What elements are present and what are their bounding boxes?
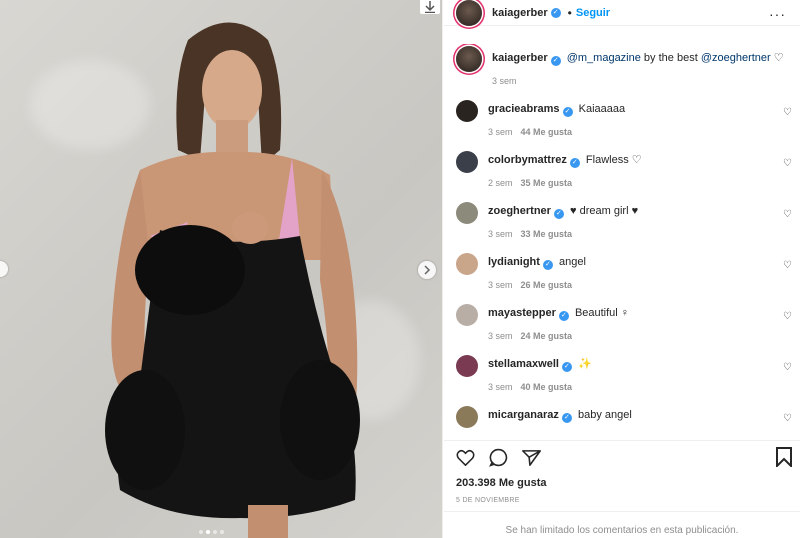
comment-likes[interactable]: 24 Me gusta xyxy=(521,331,573,341)
comment-likes[interactable]: 33 Me gusta xyxy=(521,229,573,239)
comment-text: Kaiaaaaa xyxy=(578,103,626,115)
commenter-avatar[interactable] xyxy=(456,100,478,122)
caption-text: by the best xyxy=(640,52,701,64)
post-photo[interactable] xyxy=(0,0,443,538)
caption-username[interactable]: kaiagerber xyxy=(492,52,548,64)
comment-heart-icon[interactable]: ♡ xyxy=(783,362,792,373)
commenter-username[interactable]: gracieabrams xyxy=(488,103,560,115)
comment-text: angel xyxy=(559,256,586,268)
comment-likes[interactable]: 35 Me gusta xyxy=(521,178,573,188)
author-avatar[interactable] xyxy=(456,0,482,26)
verified-icon: ✓ xyxy=(558,311,569,321)
commenter-username[interactable]: mayastepper xyxy=(488,307,556,319)
commenter-username[interactable]: zoeghertner xyxy=(488,205,551,217)
post-date: 5 DE NOVIEMBRE xyxy=(456,497,520,504)
model-figure-image xyxy=(105,22,360,538)
comments-list[interactable]: kaiagerber ✓ @m_magazine by the best @zoe… xyxy=(444,44,800,440)
follow-button[interactable]: Seguir xyxy=(576,7,610,19)
chevron-right-icon xyxy=(424,265,431,275)
carousel-indicator xyxy=(199,530,224,534)
comment-time: 2 sem xyxy=(488,178,513,188)
verified-icon: ✓ xyxy=(550,56,561,66)
heart-emoji: ♡ xyxy=(773,52,784,64)
comment-text: baby angel xyxy=(578,409,632,421)
comment-item: stellamaxwell ✓ ✨ 3 sem 40 Me gusta ♡ xyxy=(444,351,800,402)
verified-icon: ✓ xyxy=(553,209,564,219)
verified-icon: ✓ xyxy=(542,260,553,270)
comment-heart-icon[interactable]: ♡ xyxy=(783,311,792,322)
post-actions: 203.398 Me gusta 5 DE NOVIEMBRE Se han l… xyxy=(444,440,800,538)
comment-item: gracieabrams ✓ Kaiaaaaa 3 sem 44 Me gusta … xyxy=(444,96,800,147)
mention-link[interactable]: @zoeghertner xyxy=(701,52,771,64)
comment-item: zoeghertner ✓ ♥ dream girl ♥ 3 sem 33 Me g… xyxy=(444,198,800,249)
verified-icon: ✓ xyxy=(562,107,573,117)
comment-item: lydianight ✓ angel 3 sem 26 Me gusta ♡ xyxy=(444,249,800,300)
commenter-avatar[interactable] xyxy=(456,355,478,377)
commenter-avatar[interactable] xyxy=(456,151,478,173)
download-arrow-icon xyxy=(425,1,435,13)
comment-time: 3 sem xyxy=(488,229,513,239)
comments-limited-notice: Se han limitado los comentarios en esta … xyxy=(444,511,800,536)
download-button[interactable] xyxy=(420,0,440,14)
comment-heart-icon[interactable]: ♡ xyxy=(783,260,792,271)
heart-icon[interactable] xyxy=(456,449,475,466)
commenter-avatar[interactable] xyxy=(456,202,478,224)
post-caption: kaiagerber ✓ @m_magazine by the best @zoe… xyxy=(444,44,800,96)
verified-icon: ✓ xyxy=(569,158,580,168)
comment-text: Flawless ♡ xyxy=(585,154,642,166)
separator-dot: • xyxy=(567,5,572,20)
comment-time: 3 sem xyxy=(488,331,513,341)
comment-item: micarganaraz ✓ baby angel ♡ xyxy=(444,402,800,440)
verified-icon: ✓ xyxy=(561,362,572,372)
verified-icon: ✓ xyxy=(550,7,561,18)
more-options-icon[interactable]: ··· xyxy=(769,6,786,22)
comment-text: Beautiful ♀ xyxy=(574,307,630,319)
bookmark-icon[interactable] xyxy=(776,447,792,467)
author-username[interactable]: kaiagerber xyxy=(492,7,548,19)
comment-time: 3 sem xyxy=(488,280,513,290)
comment-likes[interactable]: 26 Me gusta xyxy=(521,280,573,290)
likes-count[interactable]: 203.398 Me gusta xyxy=(456,477,800,489)
comment-item: colorbymattrez ✓ Flawless ♡ 2 sem 35 Me gu… xyxy=(444,147,800,198)
post-details-panel: kaiagerber ✓ • Seguir ··· kaiagerber ✓ @m… xyxy=(444,0,800,538)
commenter-avatar[interactable] xyxy=(456,406,478,428)
carousel-dot xyxy=(220,530,224,534)
post-header: kaiagerber ✓ • Seguir ··· xyxy=(444,0,800,26)
share-icon[interactable] xyxy=(522,449,541,467)
comment-text: ✨ xyxy=(578,358,592,370)
commenter-username[interactable]: micarganaraz xyxy=(488,409,559,421)
comment-time: 3 sem xyxy=(488,382,513,392)
caption-time: 3 sem xyxy=(492,76,517,86)
comment-likes[interactable]: 40 Me gusta xyxy=(521,382,573,392)
carousel-dot-active xyxy=(206,530,210,534)
comment-item: mayastepper ✓ Beautiful ♀ 3 sem 24 Me gust… xyxy=(444,300,800,351)
comment-heart-icon[interactable]: ♡ xyxy=(783,413,792,424)
comment-heart-icon[interactable]: ♡ xyxy=(783,209,792,220)
comment-time: 3 sem xyxy=(488,127,513,137)
carousel-dot xyxy=(199,530,203,534)
comment-heart-icon[interactable]: ♡ xyxy=(783,158,792,169)
comment-icon[interactable] xyxy=(489,448,508,467)
carousel-dot xyxy=(213,530,217,534)
author-avatar[interactable] xyxy=(456,46,482,72)
commenter-username[interactable]: stellamaxwell xyxy=(488,358,559,370)
mention-link[interactable]: @m_magazine xyxy=(567,52,641,64)
next-photo-button[interactable] xyxy=(418,261,436,279)
comment-text: ♥ dream girl ♥ xyxy=(570,205,639,217)
comment-likes[interactable]: 44 Me gusta xyxy=(521,127,573,137)
commenter-avatar[interactable] xyxy=(456,304,478,326)
commenter-avatar[interactable] xyxy=(456,253,478,275)
commenter-username[interactable]: lydianight xyxy=(488,256,540,268)
verified-icon: ✓ xyxy=(561,413,572,423)
commenter-username[interactable]: colorbymattrez xyxy=(488,154,567,166)
comment-heart-icon[interactable]: ♡ xyxy=(783,107,792,118)
